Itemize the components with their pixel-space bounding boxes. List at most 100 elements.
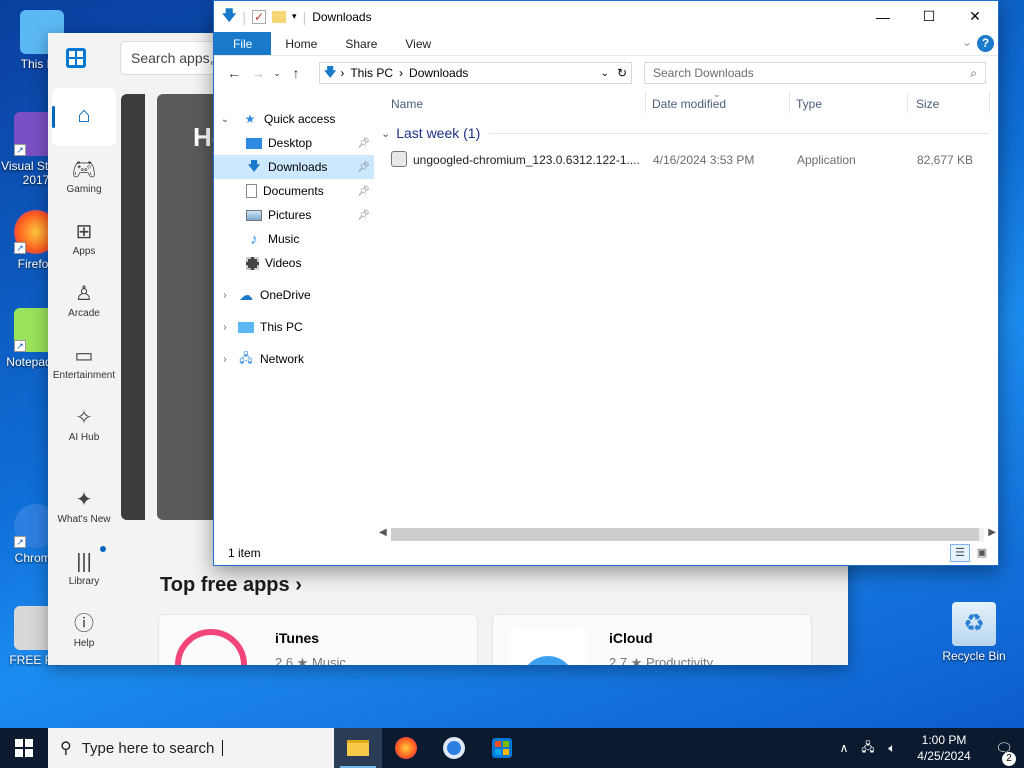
window-title: Downloads xyxy=(312,9,372,24)
collapsed-chevron-icon[interactable]: › xyxy=(218,354,232,365)
update-dot xyxy=(100,546,106,552)
show-hidden-icons-icon[interactable]: ∧ xyxy=(832,741,856,755)
taskbar-firefox[interactable] xyxy=(382,728,430,768)
customize-qat-icon[interactable]: ▾ xyxy=(292,11,297,22)
taskbar-search-input[interactable]: ⚲ Type here to search xyxy=(48,728,334,768)
large-icons-view-button[interactable]: ▣ xyxy=(972,544,992,562)
tree-desktop[interactable]: Desktop 📌︎ xyxy=(214,131,374,155)
top-free-apps-heading[interactable]: Top free apps › xyxy=(160,574,302,597)
tree-downloads[interactable]: 🡇 Downloads 📌︎ xyxy=(214,155,374,179)
file-date: 4/16/2024 3:53 PM xyxy=(653,153,755,167)
hero-banner[interactable]: He xyxy=(157,94,217,520)
group-header[interactable]: ⌄ Last week (1) xyxy=(381,125,989,141)
shortcut-arrow-icon: ↗ xyxy=(14,340,26,352)
document-icon xyxy=(246,184,257,198)
title-bar[interactable]: 🡇 | ✓ ▾ | Downloads — ☐ ✕ xyxy=(214,1,998,32)
tab-view[interactable]: View xyxy=(391,32,445,55)
column-headers: Name ⌄ Date modified Type Size xyxy=(377,89,998,117)
desktop-icon-recycle-bin[interactable]: ♻ Recycle Bin xyxy=(938,602,1010,663)
taskbar-chrome[interactable] xyxy=(430,728,478,768)
clock[interactable]: 1:00 PM 4/25/2024 xyxy=(904,732,984,764)
network-icon: 🖧 xyxy=(239,350,253,365)
nav-apps[interactable]: ⊞ Apps xyxy=(48,208,120,270)
gamepad-icon: 🎮︎ xyxy=(71,158,97,181)
computer-icon xyxy=(238,321,254,333)
properties-icon[interactable]: ✓ xyxy=(252,9,267,24)
tree-quick-access[interactable]: ⌄ ★ Quick access xyxy=(214,107,374,131)
nav-entertainment[interactable]: ▭ Entertainment xyxy=(48,332,120,394)
nav-ai-hub[interactable]: ✧ AI Hub xyxy=(48,394,120,456)
network-status-icon[interactable]: 🖧 xyxy=(856,738,880,759)
expand-ribbon-icon[interactable]: ⌄ xyxy=(962,35,972,49)
nav-arcade[interactable]: ♙ Arcade xyxy=(48,270,120,332)
icloud-icon xyxy=(509,629,587,665)
minimize-button[interactable]: — xyxy=(860,1,906,32)
action-center-button[interactable]: 🗨︎ 2 xyxy=(984,740,1024,766)
column-date-modified[interactable]: Date modified xyxy=(652,97,726,111)
details-view-button[interactable]: ☰ xyxy=(950,544,970,562)
file-type: Application xyxy=(797,153,856,167)
music-note-icon: ♪ xyxy=(250,230,258,248)
store-icon xyxy=(492,738,512,758)
sparkle-icon: ✧ xyxy=(75,406,93,429)
breadcrumb-this-pc[interactable]: This PC xyxy=(344,66,399,80)
address-dropdown-icon[interactable]: ⌄ xyxy=(601,68,609,79)
nav-home[interactable]: ⌂ xyxy=(52,88,116,146)
refresh-icon[interactable]: ↻ xyxy=(617,66,627,80)
chevron-right-icon: › xyxy=(295,574,302,596)
nav-gaming[interactable]: 🎮︎ Gaming xyxy=(48,146,120,208)
video-icon xyxy=(246,256,259,270)
clock-date: 4/25/2024 xyxy=(917,749,971,763)
scroll-right-icon[interactable]: ▶ xyxy=(988,527,996,538)
nav-whats-new[interactable]: ✦ What's New xyxy=(48,476,120,538)
column-size[interactable]: Size xyxy=(916,97,939,111)
tab-share[interactable]: Share xyxy=(331,32,391,55)
taskbar: ⚲ Type here to search ∧ 🖧 🔈︎ 1:00 PM 4/2… xyxy=(0,728,1024,768)
store-nav: ⌂ 🎮︎ Gaming ⊞ Apps ♙ Arcade ▭ Entertainm… xyxy=(48,88,120,662)
recycle-bin-icon: ♻ xyxy=(952,602,996,646)
address-row: ← → ⌄ ↑ 🡇 › This PC › Downloads ⌄ ↻ Sear… xyxy=(214,56,998,90)
explorer-window[interactable]: 🡇 | ✓ ▾ | Downloads — ☐ ✕ File Home Shar… xyxy=(213,0,999,566)
expanded-chevron-icon[interactable]: ⌄ xyxy=(218,114,232,125)
tab-home[interactable]: Home xyxy=(271,32,331,55)
address-bar[interactable]: 🡇 › This PC › Downloads ⌄ ↻ xyxy=(319,62,632,84)
joystick-icon: ♙ xyxy=(75,282,93,305)
search-input[interactable]: Search Downloads ⌕ xyxy=(644,62,986,84)
tree-pictures[interactable]: Pictures 📌︎ xyxy=(214,203,374,227)
help-button[interactable]: ? xyxy=(977,35,994,52)
tree-onedrive[interactable]: › ☁ OneDrive xyxy=(214,283,374,307)
column-type[interactable]: Type xyxy=(796,97,822,111)
up-button[interactable]: ↑ xyxy=(284,65,308,81)
start-button[interactable] xyxy=(0,728,48,768)
taskbar-store[interactable] xyxy=(478,728,526,768)
scroll-thumb[interactable] xyxy=(391,528,979,541)
file-row[interactable]: ungoogled-chromium_123.0.6312.122-1.... … xyxy=(389,149,989,171)
nav-library[interactable]: ||| Library xyxy=(48,538,120,600)
new-folder-icon[interactable] xyxy=(272,10,287,23)
tree-this-pc[interactable]: › This PC xyxy=(214,315,374,339)
tree-documents[interactable]: Documents 📌︎ xyxy=(214,179,374,203)
tree-network[interactable]: › 🖧 Network xyxy=(214,347,374,371)
recent-locations-button[interactable]: ⌄ xyxy=(270,68,284,79)
nav-help[interactable]: ⓘ Help xyxy=(48,600,120,662)
file-size: 82,677 KB xyxy=(917,153,974,167)
back-button[interactable]: ← xyxy=(222,65,246,81)
scroll-left-icon[interactable]: ◀ xyxy=(379,527,387,538)
collapsed-chevron-icon[interactable]: › xyxy=(218,290,232,301)
close-button[interactable]: ✕ xyxy=(952,1,998,32)
collapsed-chevron-icon[interactable]: › xyxy=(218,322,232,333)
maximize-button[interactable]: ☐ xyxy=(906,1,952,32)
tree-music[interactable]: ♪ Music xyxy=(214,227,374,251)
help-icon: ⓘ xyxy=(74,612,94,635)
volume-muted-icon[interactable]: 🔈︎ xyxy=(880,741,904,756)
column-name[interactable]: Name xyxy=(391,97,423,111)
tree-videos[interactable]: Videos xyxy=(214,251,374,275)
taskbar-file-explorer[interactable] xyxy=(334,728,382,768)
forward-button[interactable]: → xyxy=(246,65,270,81)
tab-file[interactable]: File xyxy=(214,32,272,55)
app-card-icloud[interactable]: iCloud 2.7 ★ Productivity xyxy=(492,614,812,665)
app-card-itunes[interactable]: iTunes 2.6 ★ Music xyxy=(158,614,478,665)
breadcrumb-downloads[interactable]: Downloads xyxy=(403,66,474,80)
maximize-icon: ☐ xyxy=(922,8,936,24)
status-bar: 1 item ☰ ▣ xyxy=(214,541,998,565)
